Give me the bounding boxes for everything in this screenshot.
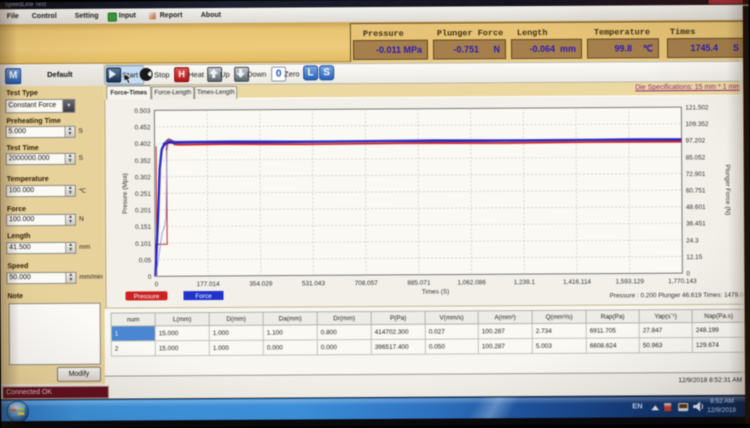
svg-text:72.901: 72.901: [686, 171, 706, 178]
svg-text:0: 0: [148, 274, 152, 281]
svg-text:177.014: 177.014: [197, 281, 221, 288]
svg-text:Presure (Mpa): Presure (Mpa): [122, 173, 129, 214]
svg-text:0: 0: [155, 281, 159, 288]
svg-text:24.3: 24.3: [686, 237, 699, 244]
svg-text:0.503: 0.503: [134, 108, 150, 115]
svg-text:0.302: 0.302: [135, 174, 151, 181]
svg-text:Force: Force: [195, 293, 212, 300]
svg-text:60.751: 60.751: [686, 187, 706, 194]
svg-text:1,416.114: 1,416.114: [563, 279, 591, 286]
svg-text:Pressure : 0.200 Plunger 46: Pressure : 0.200 Plunger 46.619 Times: 1…: [610, 292, 744, 300]
svg-text:85.052: 85.052: [686, 154, 706, 161]
svg-text:1,062.086: 1,062.086: [457, 279, 486, 286]
svg-text:885.071: 885.071: [407, 280, 431, 287]
svg-text:0: 0: [686, 271, 690, 278]
svg-text:0.05: 0.05: [139, 257, 152, 264]
svg-text:0.201: 0.201: [135, 207, 151, 214]
svg-text:Times (S): Times (S): [422, 289, 450, 296]
svg-text:0.402: 0.402: [135, 141, 151, 148]
svg-text:1,593.129: 1,593.129: [615, 278, 644, 285]
svg-text:1,239.1: 1,239.1: [514, 279, 536, 286]
svg-text:531.043: 531.043: [302, 280, 326, 287]
svg-text:354.029: 354.029: [249, 281, 273, 288]
svg-text:Pressure: Pressure: [134, 293, 160, 300]
svg-text:121.502: 121.502: [685, 104, 709, 111]
svg-text:0.452: 0.452: [134, 124, 150, 131]
svg-text:0.251: 0.251: [135, 191, 151, 198]
svg-text:1,770.143: 1,770.143: [668, 278, 697, 285]
svg-text:109.352: 109.352: [685, 121, 709, 128]
svg-text:0.151: 0.151: [135, 224, 151, 231]
svg-text:12.15: 12.15: [686, 254, 702, 261]
svg-text:0.352: 0.352: [135, 158, 151, 165]
svg-text:48.601: 48.601: [686, 204, 706, 211]
svg-text:97.202: 97.202: [686, 138, 706, 145]
svg-text:708.057: 708.057: [355, 280, 379, 287]
svg-text:Plunger Force (N): Plunger Force (N): [724, 164, 731, 215]
svg-text:0.101: 0.101: [135, 241, 151, 248]
svg-text:36.451: 36.451: [686, 221, 706, 228]
